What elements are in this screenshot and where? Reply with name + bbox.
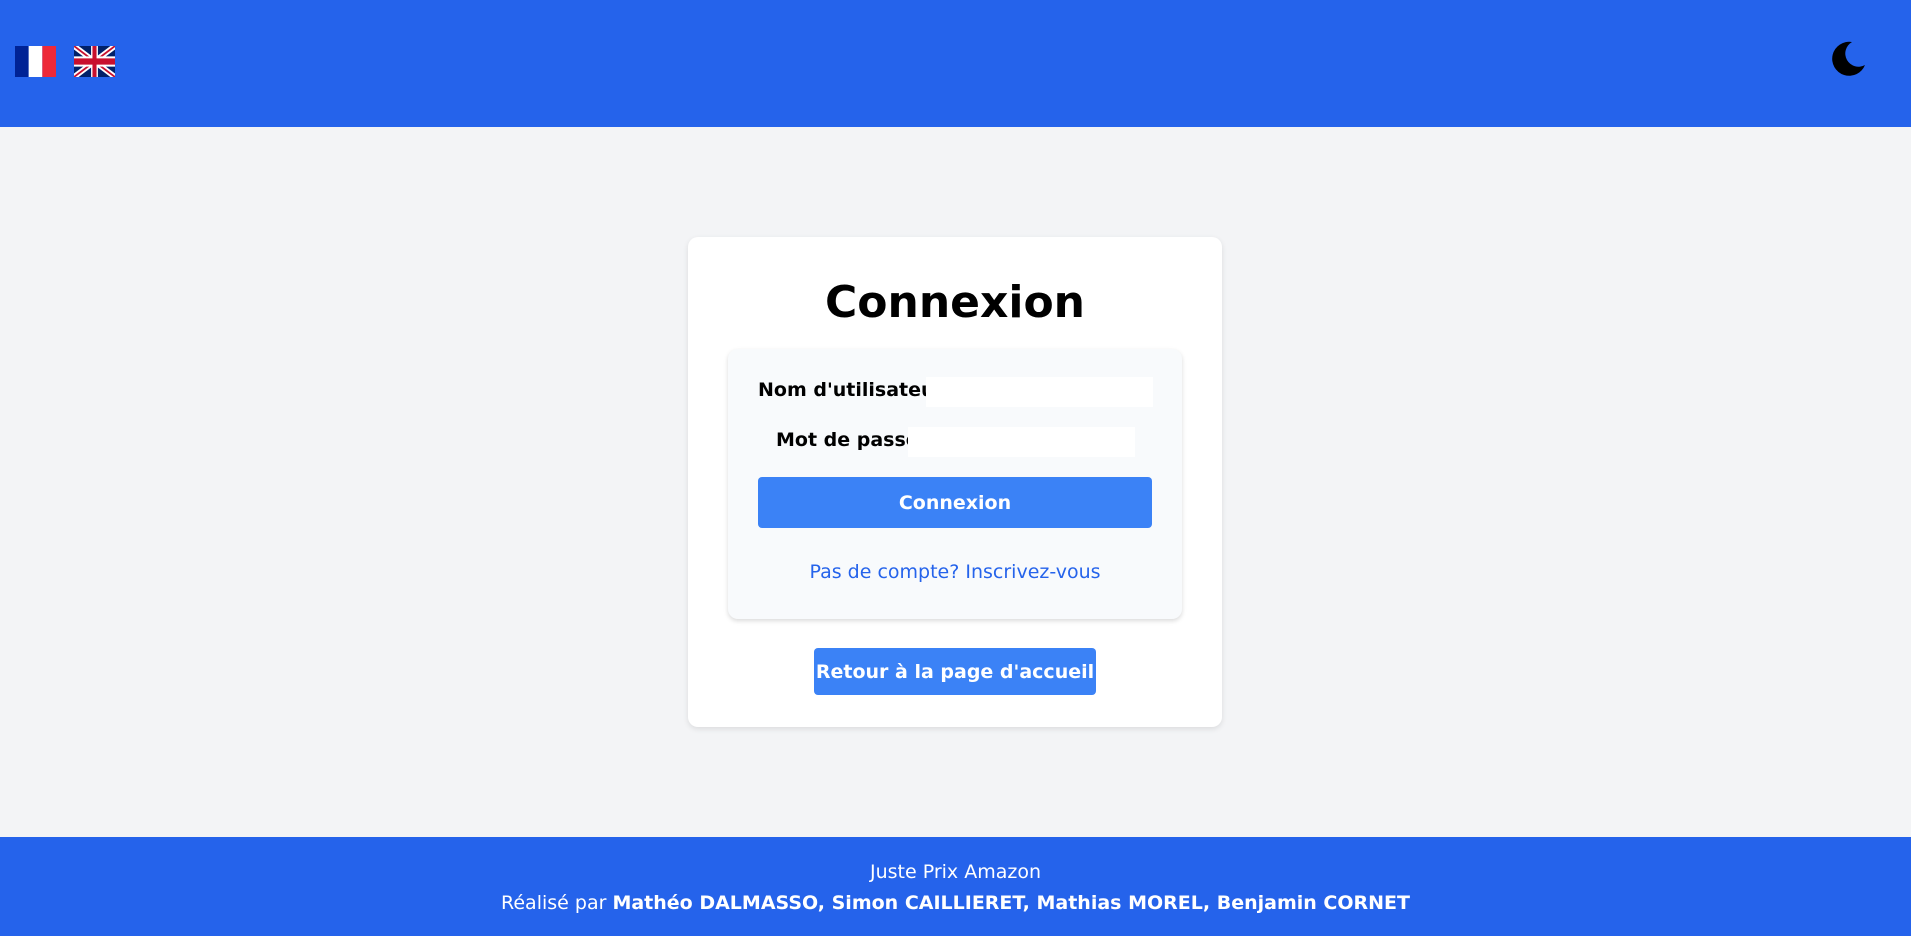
- password-label: Mot de passe: [776, 429, 919, 451]
- author-name: Simon CAILLIERET: [831, 892, 1023, 914]
- footer-credits: Réalisé par Mathéo DALMASSO, Simon CAILL…: [501, 892, 1410, 914]
- french-flag-icon[interactable]: [15, 46, 56, 77]
- credits-prefix: Réalisé par: [501, 892, 613, 914]
- author-name: Benjamin CORNET: [1216, 892, 1410, 914]
- footer: Juste Prix Amazon Réalisé par Mathéo DAL…: [0, 837, 1911, 936]
- moon-icon[interactable]: [1828, 39, 1868, 79]
- signup-link[interactable]: Pas de compte? Inscrivez-vous: [728, 561, 1182, 583]
- password-input[interactable]: [908, 427, 1135, 457]
- login-card: Connexion Nom d'utilisateur Mot de passe…: [688, 237, 1222, 727]
- footer-title: Juste Prix Amazon: [869, 861, 1041, 883]
- login-button[interactable]: Connexion: [758, 477, 1152, 528]
- header-bar: [0, 0, 1911, 127]
- username-input[interactable]: [926, 377, 1153, 407]
- back-home-button[interactable]: Retour à la page d'accueil: [814, 648, 1096, 695]
- uk-flag-icon[interactable]: [74, 46, 115, 77]
- login-form: Nom d'utilisateur Mot de passe Connexion…: [728, 349, 1182, 619]
- author-name: Mathéo DALMASSO: [612, 892, 818, 914]
- author-name: Mathias MOREL: [1036, 892, 1203, 914]
- username-label: Nom d'utilisateur: [758, 379, 944, 401]
- page-title: Connexion: [824, 277, 1086, 328]
